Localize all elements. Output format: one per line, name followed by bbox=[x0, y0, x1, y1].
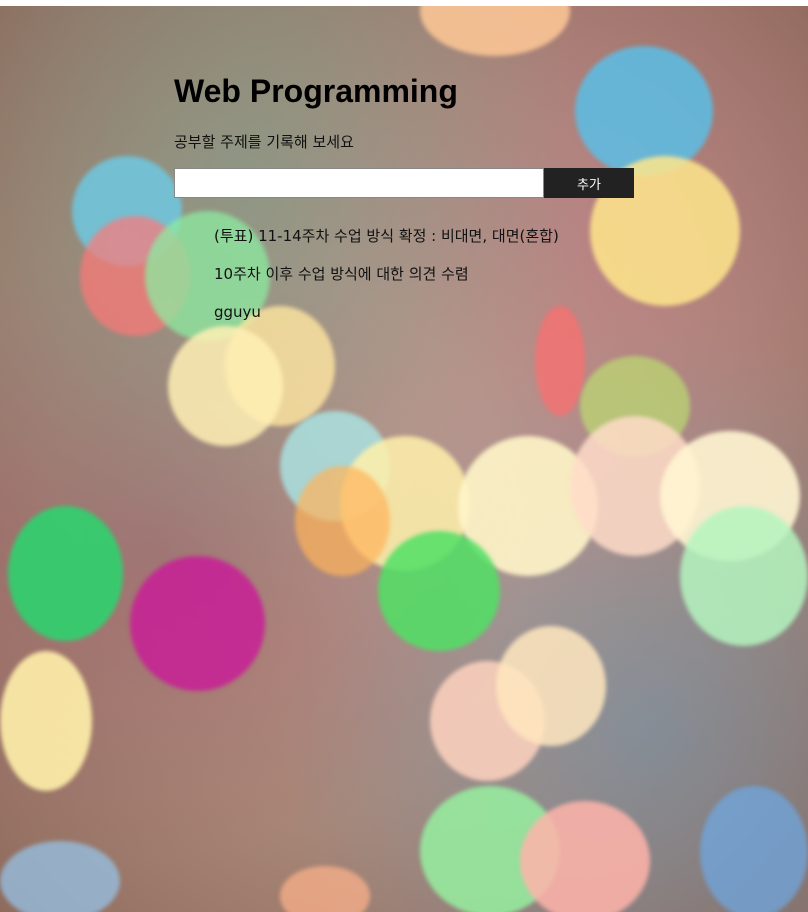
topic-input[interactable] bbox=[174, 168, 544, 198]
page-subtitle: 공부할 주제를 기록해 보세요 bbox=[174, 133, 354, 151]
list-item[interactable]: 10주차 이후 수업 방식에 대한 의견 수렴 bbox=[214, 264, 644, 284]
page: Web Programming 공부할 주제를 기록해 보세요 추가 (투표) … bbox=[0, 0, 808, 912]
topic-list: (투표) 11-14주차 수업 방식 확정 : 비대면, 대면(혼합) 10주차… bbox=[174, 226, 644, 322]
topic-form: 추가 bbox=[174, 168, 644, 198]
page-title: Web Programming bbox=[174, 73, 458, 109]
add-button[interactable]: 추가 bbox=[544, 168, 634, 198]
list-item[interactable]: (투표) 11-14주차 수업 방식 확정 : 비대면, 대면(혼합) bbox=[214, 226, 644, 246]
content-container: Web Programming 공부할 주제를 기록해 보세요 추가 (투표) … bbox=[174, 70, 644, 340]
list-item[interactable]: gguyu bbox=[214, 302, 644, 322]
